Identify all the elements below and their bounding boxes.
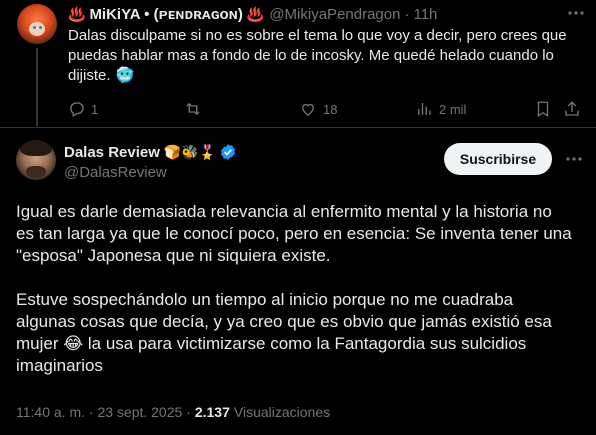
views-bar-chart-icon <box>418 103 431 115</box>
cold-face-emoji: 🥶 <box>115 67 135 84</box>
reply-author-avatar[interactable] <box>17 4 57 44</box>
main-tweet-text: Igual es darle demasiada relevancia al e… <box>16 201 586 377</box>
reply-text: Dalas disculpame si no es sobre el tema … <box>68 26 583 86</box>
main-text-fragment: mujer <box>16 334 59 353</box>
main-text-line: es tan larga ya que le conocí poco, pero… <box>16 224 572 243</box>
reply-bookmark-button[interactable] <box>534 100 552 118</box>
bookmark-icon <box>537 101 549 118</box>
main-author-avatar[interactable] <box>16 140 56 180</box>
reply-name-emoji-left: ♨️ <box>68 5 86 22</box>
reply-reply-button[interactable]: 1 <box>68 100 98 118</box>
comment-icon <box>70 102 84 117</box>
share-icon <box>565 101 579 116</box>
thread-connector-line <box>36 48 38 126</box>
main-author-name[interactable]: Dalas Review <box>64 144 160 161</box>
retweet-icon <box>186 102 200 116</box>
main-text-line: algunas cosas que decía, y ya creo que e… <box>16 312 552 331</box>
reply-separator: · <box>404 5 410 23</box>
subscribe-button[interactable]: Suscribirse <box>444 143 552 175</box>
main-text-fragment: la usa para victimizarse como la Fantago… <box>87 334 527 353</box>
reply-timestamp[interactable]: 11h <box>413 6 437 23</box>
main-text-line: "esposa" Japonesa que ni siquiera existe… <box>16 246 331 265</box>
reply-author-name[interactable]: MiKiYA • (ᴘᴇɴᴅʀᴀɢᴏɴ) <box>89 6 242 23</box>
main-name-emojis: 🍞🐝🎖️ <box>163 143 217 160</box>
main-text-line: imaginarios <box>16 356 103 375</box>
reply-text-line: puedas hablar mas a fondo de lo de incos… <box>68 47 554 64</box>
heart-icon <box>302 103 314 116</box>
main-views-label: Visualizaciones <box>233 404 331 420</box>
main-text-line: Estuve sospechándolo un tiempo al inicio… <box>16 290 514 309</box>
reply-text-line: Dalas disculpame si no es sobre el tema … <box>68 27 567 44</box>
reply-views-count: 2 mil <box>439 101 467 117</box>
main-author-handle[interactable]: @DalasReview <box>64 164 167 181</box>
reply-views-button[interactable]: 2 mil <box>415 100 466 118</box>
tweet-divider <box>0 127 596 128</box>
main-timestamp[interactable]: 11:40 a. m. · 23 sept. 2025 · <box>16 404 191 420</box>
main-text-line: Igual es darle demasiada relevancia al e… <box>16 202 552 221</box>
reply-like-button[interactable]: 18 <box>299 100 337 118</box>
reply-retweet-button[interactable] <box>184 100 202 118</box>
reply-header: ♨️ MiKiYA • (ᴘᴇɴᴅʀᴀɢᴏɴ) ♨️ @MikiyaPendra… <box>68 4 437 24</box>
reply-likes-count: 18 <box>323 101 338 117</box>
main-more-options-icon[interactable] <box>564 150 584 168</box>
verified-badge-icon <box>219 143 237 161</box>
reply-share-button[interactable] <box>563 100 581 118</box>
main-views-number: 2.137 <box>194 404 230 420</box>
main-tweet-meta: 11:40 a. m. · 23 sept. 2025 · 2.137 Visu… <box>16 404 330 420</box>
main-header: Dalas Review 🍞🐝🎖️ <box>64 142 237 162</box>
reply-author-handle[interactable]: @MikiyaPendragon <box>269 6 400 23</box>
reply-name-emoji-right: ♨️ <box>246 5 265 22</box>
reply-text-line: dijiste. <box>68 67 111 84</box>
reply-more-options-icon[interactable] <box>566 4 586 22</box>
laughing-crying-emoji: 😂 <box>63 334 84 353</box>
reply-action-bar: 1 18 2 mil <box>68 99 583 119</box>
reply-replies-count: 1 <box>91 101 99 117</box>
